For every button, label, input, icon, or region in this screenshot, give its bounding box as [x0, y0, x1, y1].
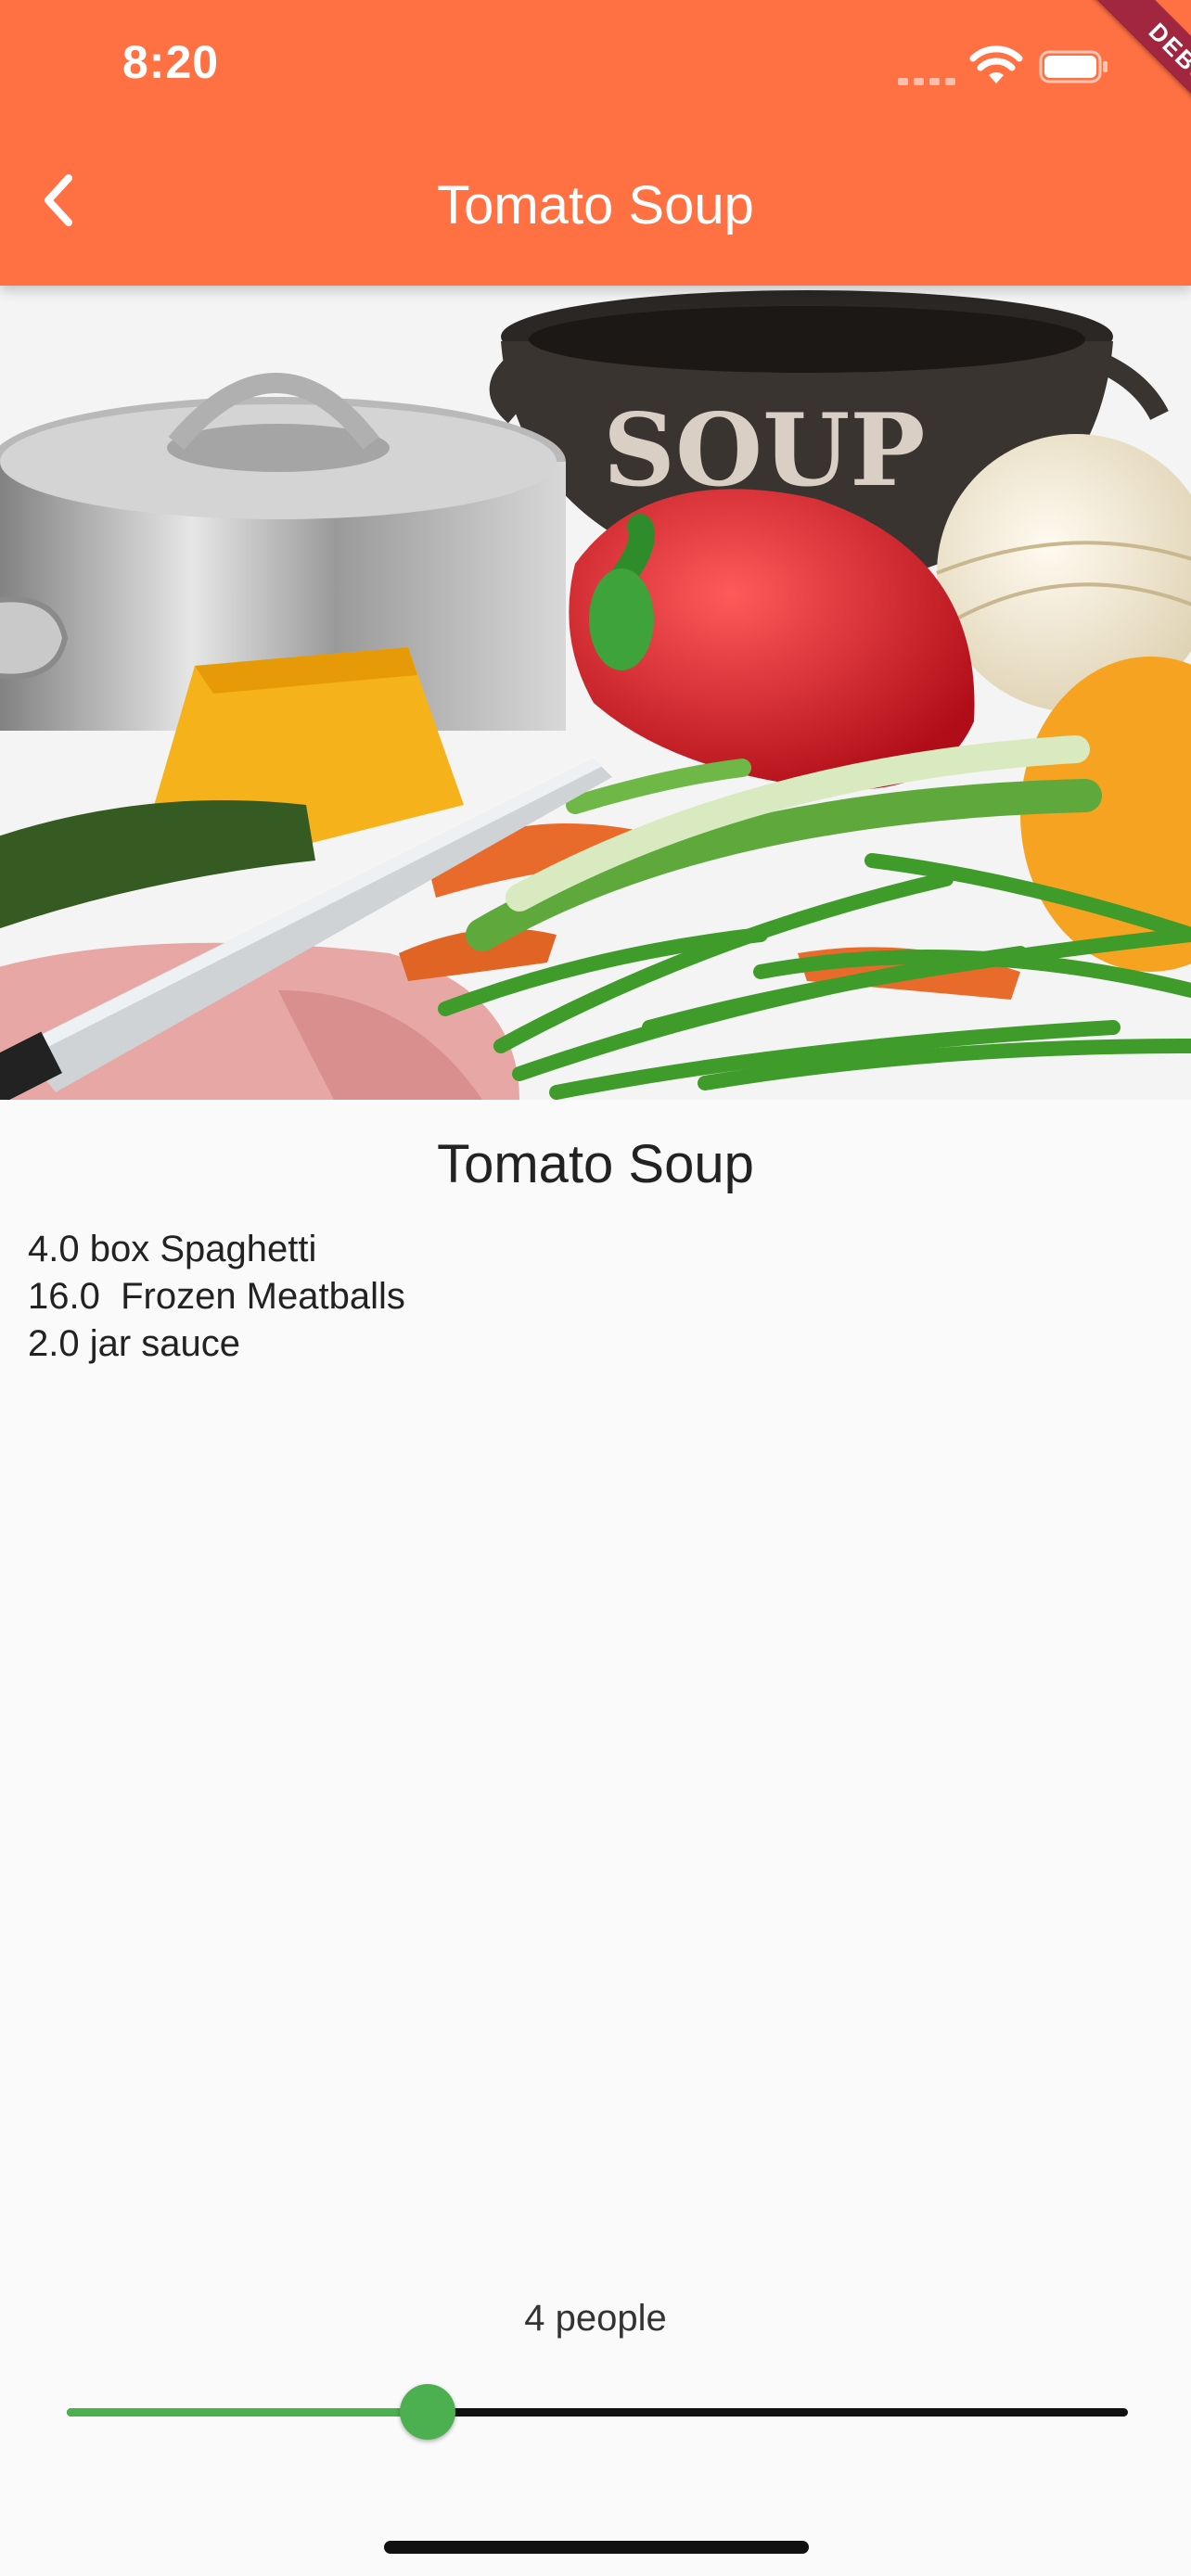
battery-icon — [1039, 50, 1108, 83]
wifi-icon — [969, 45, 1023, 83]
slider-active-track[interactable] — [67, 2408, 428, 2417]
slider-thumb[interactable] — [399, 2384, 455, 2440]
ingredient-item: 4.0 box Spaghetti — [28, 1229, 317, 1269]
cooking-vegetables-photo: SOUP — [0, 286, 1191, 1100]
servings-label: 4 people — [524, 2298, 667, 2339]
ingredient-list: 4.0 box Spaghetti 16.0 Frozen Meatballs … — [28, 1226, 405, 1368]
status-time: 8:20 — [122, 36, 220, 88]
app-bar: 8:20 DEBUG Tomato Soup — [0, 0, 1191, 286]
home-indicator — [384, 2541, 809, 2554]
ingredient-item: 2.0 jar sauce — [28, 1323, 241, 1364]
recipe-hero-image: SOUP — [0, 286, 1191, 1100]
cellular-signal-icon — [898, 74, 957, 87]
servings-slider[interactable] — [56, 2374, 1128, 2450]
recipe-title: Tomato Soup — [437, 1134, 754, 1194]
ingredient-item: 16.0 Frozen Meatballs — [28, 1276, 405, 1317]
app-bar-title: Tomato Soup — [437, 175, 754, 236]
